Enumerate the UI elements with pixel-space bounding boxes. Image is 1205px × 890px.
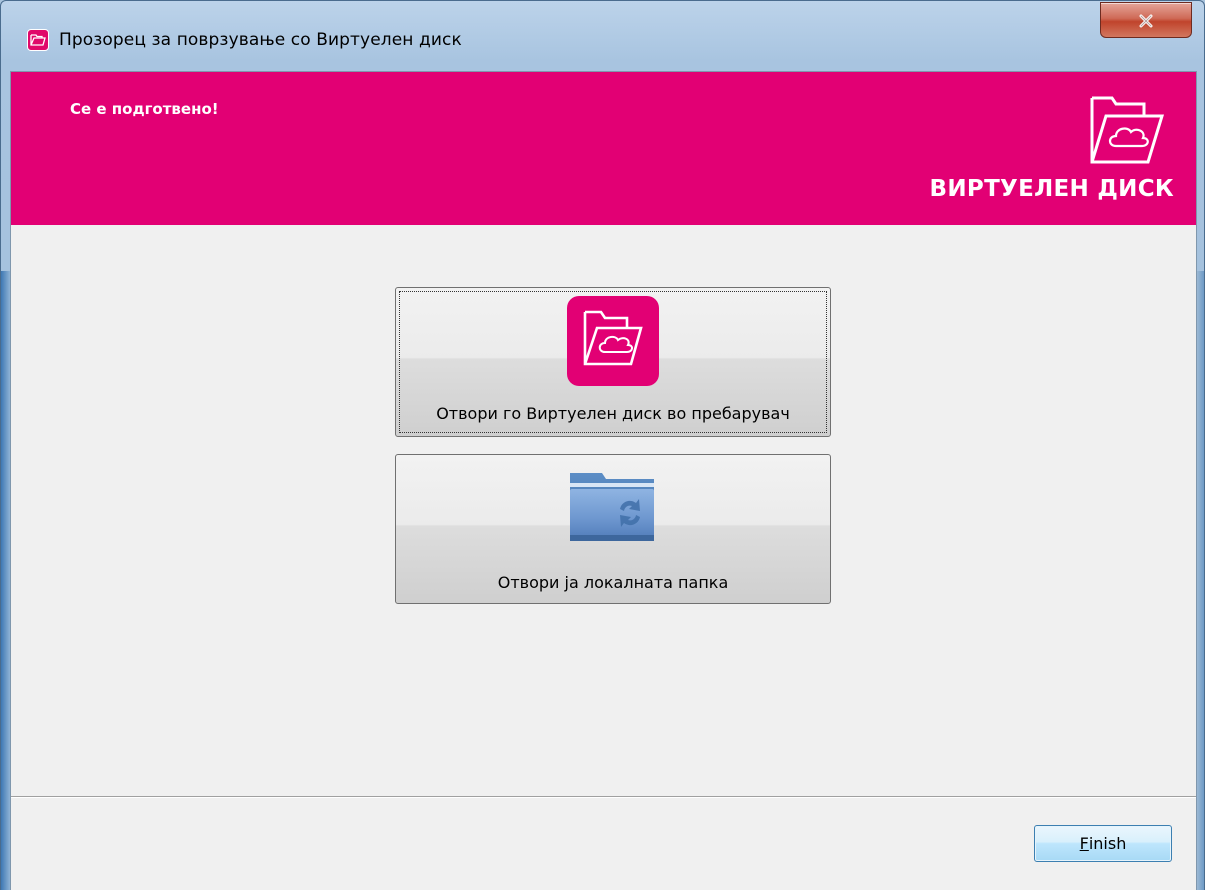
open-in-browser-button[interactable]: Отвори го Виртуелен диск во пребарувач: [395, 287, 831, 437]
title-bar[interactable]: Прозорец за поврзување со Виртуелен диск: [1, 1, 1204, 61]
dialog-window: Прозорец за поврзување со Виртуелен диск…: [0, 0, 1205, 890]
close-button[interactable]: [1100, 2, 1192, 38]
finish-label: inish: [1088, 834, 1127, 853]
header-banner: Се е подготвено! ВИРТУЕЛЕН ДИСК: [11, 72, 1196, 225]
brand-name: ВИРТУЕЛЕН ДИСК: [929, 176, 1174, 202]
window-frame-left: [1, 271, 10, 890]
close-icon: [1139, 13, 1153, 28]
dialog-content: Се е подготвено! ВИРТУЕЛЕН ДИСК Отвори г…: [10, 71, 1197, 890]
sync-folder-icon: [570, 473, 654, 541]
open-in-browser-label: Отвори го Виртуелен диск во пребарувач: [436, 404, 790, 423]
finish-button[interactable]: Finish: [1034, 825, 1172, 862]
ready-heading: Се е подготвено!: [70, 100, 219, 118]
open-local-folder-label: Отвори ја локалната папка: [497, 573, 729, 592]
window-title: Прозорец за поврзување со Виртуелен диск: [59, 30, 462, 50]
virtual-disk-logo-icon: [1090, 96, 1165, 164]
app-icon: [27, 29, 49, 51]
finish-mnemonic: F: [1079, 834, 1089, 853]
virtual-disk-icon: [567, 296, 659, 386]
footer-separator: [11, 796, 1196, 798]
open-local-folder-button[interactable]: Отвори ја локалната папка: [395, 454, 831, 604]
